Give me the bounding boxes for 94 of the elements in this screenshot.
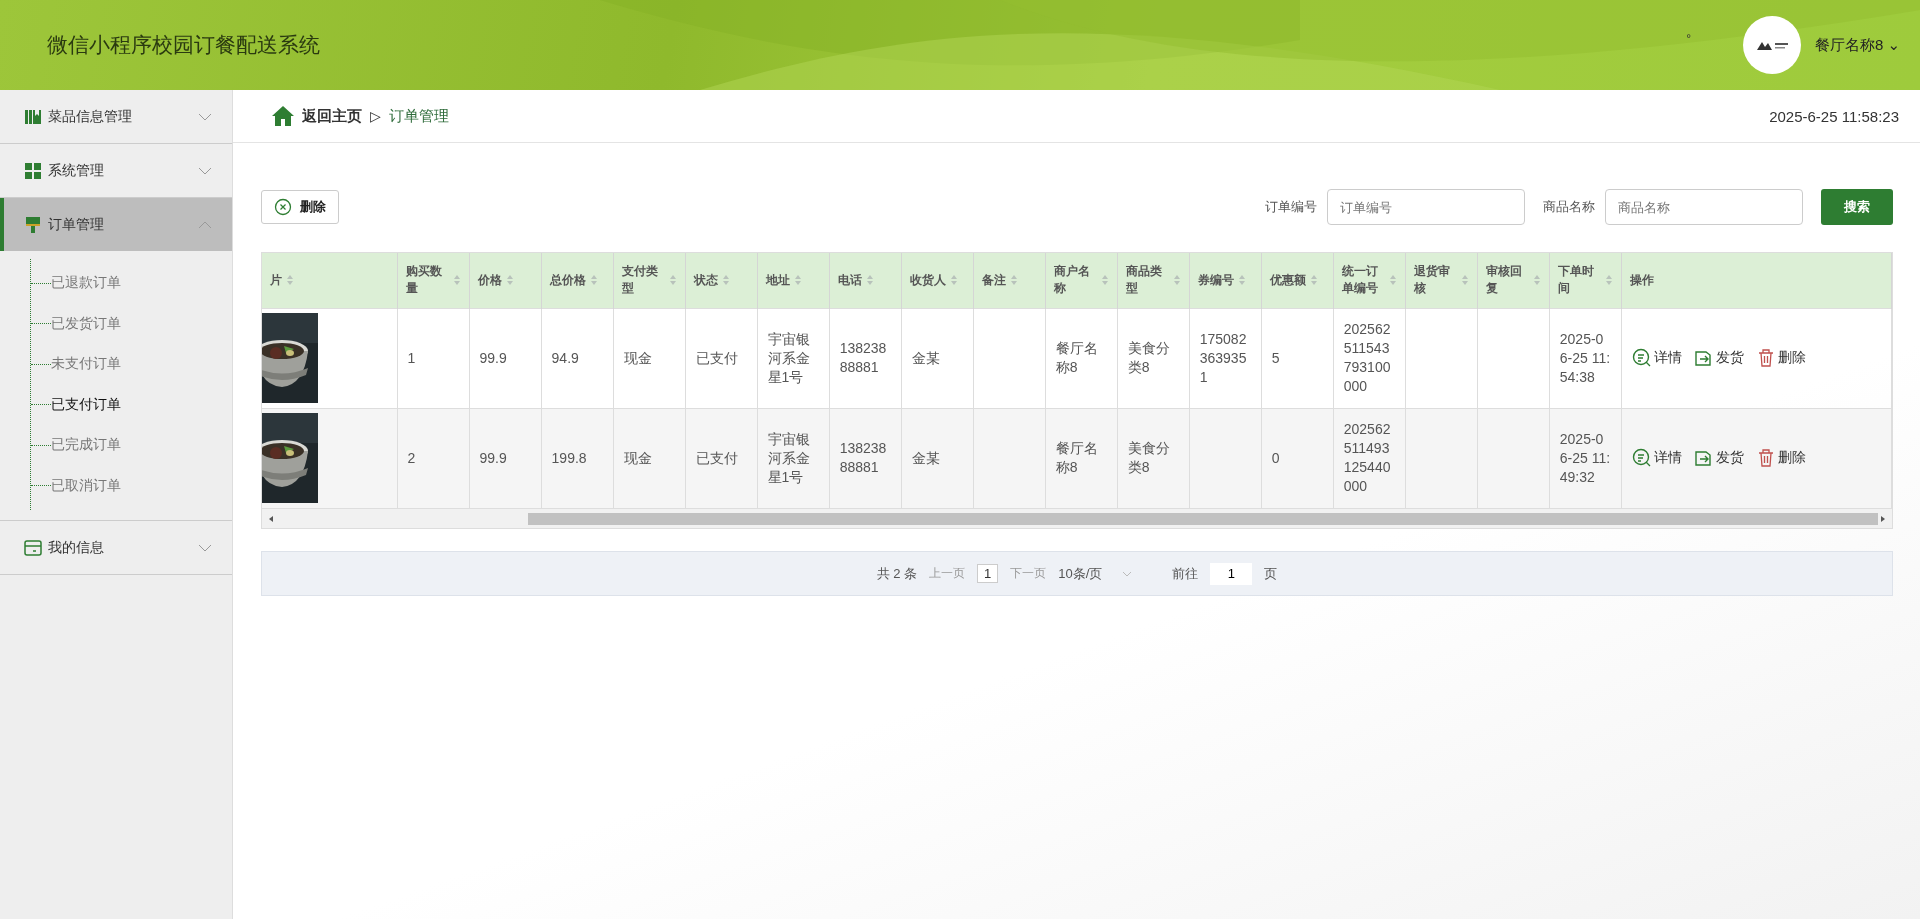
submenu-item[interactable]: 已支付订单 [31, 384, 232, 425]
input-field[interactable]: 商品名称 [1605, 189, 1803, 225]
ship-button[interactable]: 发货 [1693, 448, 1744, 469]
status-mark: ° [1686, 32, 1692, 46]
table-cell: 199.8 [541, 408, 614, 508]
grid-icon [24, 161, 42, 180]
submenu-item[interactable]: 已取消订单 [31, 465, 232, 506]
table-cell: 2 [397, 408, 470, 508]
sort-icon[interactable] [865, 274, 874, 287]
chevron-icon [198, 542, 212, 553]
column-header[interactable]: 优惠额 [1269, 271, 1306, 289]
column-header: 操作 [1629, 271, 1654, 289]
delete-button[interactable]: 删除 [1755, 448, 1806, 469]
brush-icon [24, 215, 42, 234]
ship-button[interactable]: 发货 [1693, 348, 1744, 368]
column-header[interactable]: 券编号 [1197, 271, 1234, 289]
table-cell: 13823888881 [829, 408, 902, 508]
column-header[interactable]: 总价格 [549, 271, 586, 289]
sort-icon[interactable] [1009, 274, 1018, 287]
column-header[interactable]: 电话 [837, 271, 862, 289]
search-button[interactable]: 搜索 [1821, 189, 1893, 225]
table-cell: 宇宙银河系金星1号 [757, 408, 830, 508]
avatar[interactable] [1743, 16, 1802, 74]
sort-icon[interactable] [1604, 274, 1613, 287]
home-icon [270, 104, 296, 128]
goto-label: 前往 [1172, 564, 1199, 583]
field-label: 商品名称 [1543, 198, 1595, 216]
detail-icon [1631, 348, 1652, 368]
sort-icon[interactable] [1237, 274, 1246, 287]
menu-item[interactable]: 订单管理 [0, 198, 232, 251]
detail-icon [1631, 448, 1652, 469]
delete-button[interactable]: 删除 [1755, 348, 1806, 368]
ship-icon [1693, 348, 1714, 368]
table-cell: 金某 [901, 408, 974, 508]
table-cell: 0 [1261, 408, 1334, 508]
sort-icon[interactable] [949, 274, 958, 287]
delete-button[interactable]: 删除 [261, 190, 339, 224]
sort-icon[interactable] [793, 274, 802, 287]
chevron-icon [198, 165, 212, 176]
sort-icon[interactable] [589, 274, 598, 287]
menu-item[interactable]: 菜品信息管理 [0, 90, 232, 143]
page-size-select[interactable]: 10条/页 [1058, 564, 1133, 583]
total-count: 共 2 条 [876, 564, 918, 583]
sort-icon[interactable] [1309, 274, 1318, 287]
app-title: 微信小程序校园订餐配送系统 [47, 32, 321, 58]
column-header[interactable]: 片 [270, 271, 282, 289]
detail-button[interactable]: 详情 [1631, 448, 1682, 469]
menu-item[interactable]: 系统管理 [0, 144, 232, 197]
column-header[interactable]: 地址 [765, 271, 790, 289]
column-header[interactable]: 备注 [981, 271, 1006, 289]
submenu-item[interactable]: 未支付订单 [31, 344, 232, 385]
table-cell: 现金 [613, 408, 686, 508]
table-cell: 99.9 [469, 408, 542, 508]
sort-icon[interactable] [505, 274, 514, 287]
field-label: 订单编号 [1265, 198, 1317, 216]
column-header[interactable]: 价格 [477, 271, 502, 289]
sort-icon[interactable] [668, 274, 677, 287]
date-time: 2025-6-25 11:58:23 [1769, 107, 1899, 125]
sort-icon[interactable] [1100, 274, 1109, 287]
horizontal-scrollbar[interactable] [262, 508, 1892, 528]
sort-icon[interactable] [286, 274, 294, 287]
table-cell: 已支付 [685, 408, 758, 508]
menu-item[interactable]: 我的信息 [0, 521, 232, 574]
table-cell: 餐厅名称8 [1045, 408, 1118, 508]
books-icon [24, 107, 42, 126]
close-circle-icon [274, 198, 292, 216]
sort-icon[interactable] [1460, 274, 1469, 287]
submenu-item[interactable]: 已完成订单 [31, 425, 232, 466]
page-unit: 页 [1264, 564, 1278, 583]
page-input[interactable]: 1 [1210, 562, 1253, 585]
chevron-icon [198, 111, 212, 122]
submenu-item[interactable]: 已退款订单 [31, 263, 232, 304]
submenu-item[interactable]: 已发货订单 [31, 303, 232, 344]
sort-icon[interactable] [721, 274, 730, 287]
breadcrumb-current: 订单管理 [388, 106, 449, 126]
page-number[interactable]: 1 [977, 564, 999, 583]
sort-icon[interactable] [1388, 274, 1397, 287]
ship-icon [1693, 448, 1714, 469]
sort-icon[interactable] [1532, 274, 1541, 287]
breadcrumb-separator: ▷ [370, 108, 381, 124]
sort-icon[interactable] [452, 274, 461, 287]
detail-button[interactable]: 详情 [1631, 348, 1682, 368]
input-field[interactable]: 订单编号 [1327, 189, 1525, 225]
table-cell: 美食分类8 [1117, 408, 1190, 508]
card-icon [24, 538, 42, 557]
table-cell: 2025-06-25 11:49:32 [1549, 408, 1622, 508]
home-link[interactable]: 返回主页 [270, 104, 362, 128]
column-header[interactable]: 状态 [693, 271, 718, 289]
scrollbar-thumb[interactable] [528, 512, 1878, 525]
user-menu[interactable]: 餐厅名称8 ⌄ [1815, 35, 1900, 55]
sort-icon[interactable] [1172, 274, 1181, 287]
chevron-icon [198, 219, 212, 230]
column-header[interactable]: 收货人 [909, 271, 946, 289]
table-cell: 202562511493125440000 [1333, 408, 1406, 508]
